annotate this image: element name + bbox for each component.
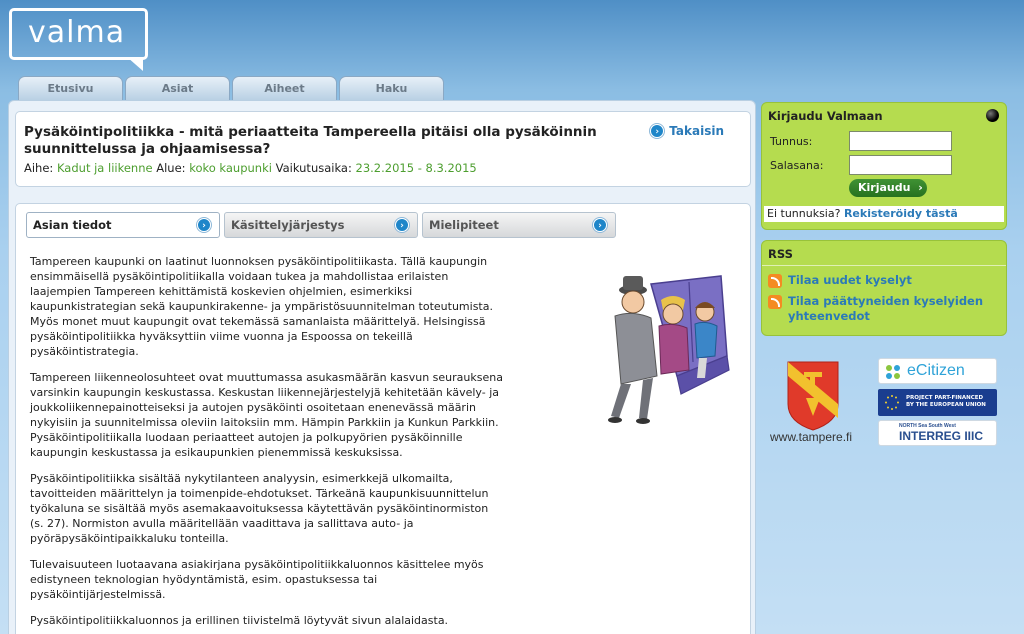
issue-content: Asian tiedot › Käsittelyjärjestys › Miel…	[15, 203, 751, 634]
login-button-label: Kirjaudu	[858, 181, 911, 194]
rss-item-label: Tilaa päättyneiden kyselyiden yhteenvedo…	[788, 294, 984, 323]
issue-title: Pysäköintipolitiikka - mitä periaatteita…	[24, 124, 597, 157]
subtab-kasittelyjarjestys[interactable]: Käsittelyjärjestys ›	[224, 212, 418, 238]
eu-flag-icon	[882, 393, 902, 412]
username-input[interactable]	[849, 131, 952, 151]
rss-panel: RSS Tilaa uudet kyselyt Tilaa päättyneid…	[761, 240, 1007, 336]
chevron-right-icon: ›	[395, 218, 409, 232]
tab-aiheet[interactable]: Aiheet	[232, 76, 337, 101]
bus-passengers-illustration	[608, 275, 730, 424]
period-label: Vaikutusaika:	[275, 161, 352, 175]
login-panel: Kirjaudu Valmaan Tunnus: Salasana: Kirja…	[761, 102, 1007, 230]
subtab-mielipiteet[interactable]: Mielipiteet ›	[422, 212, 616, 238]
article-paragraph: Tampereen liikenneolosuhteet ovat muuttu…	[30, 371, 503, 459]
logo-speech-tail	[127, 57, 143, 71]
status-dot-icon	[986, 109, 999, 122]
main-panel: Pysäköintipolitiikka - mitä periaatteita…	[8, 100, 756, 634]
chevron-right-icon: ›	[650, 124, 665, 138]
rss-icon	[768, 274, 782, 288]
eu-text-line2: BY THE EUROPEAN UNION	[906, 402, 986, 408]
rss-icon	[768, 295, 782, 309]
tab-etusivu[interactable]: Etusivu	[18, 76, 123, 101]
subtab-label: Asian tiedot	[33, 218, 112, 232]
period-value: 23.2.2015 - 8.3.2015	[355, 161, 477, 175]
interreg-logo[interactable]: NORTH Sea South West INTERREG IIIC	[878, 420, 997, 446]
ecitizen-text: eCitizen	[907, 362, 965, 379]
rss-closed-summaries-link[interactable]: Tilaa päättyneiden kyselyiden yhteenvedo…	[768, 294, 988, 324]
area-link[interactable]: koko kaupunki	[189, 161, 272, 175]
area-label: Alue:	[156, 161, 186, 175]
main-nav-tabs: Etusivu Asiat Aiheet Haku	[18, 76, 444, 101]
back-label: Takaisin	[669, 124, 724, 138]
tampere-url: www.tampere.fi	[770, 430, 853, 444]
article-paragraph: Pysäköintipolitiikka sisältää nykytilant…	[30, 472, 489, 545]
register-row: Ei tunnuksia? Rekisteröidy tästä	[764, 206, 1004, 222]
chevron-right-icon: ›	[918, 181, 923, 194]
subtab-asian-tiedot[interactable]: Asian tiedot ›	[26, 212, 220, 238]
interreg-subtitle: NORTH Sea South West	[899, 423, 956, 429]
eu-text-line1: PROJECT PART-FINANCED	[906, 395, 984, 401]
login-title: Kirjaudu Valmaan	[768, 109, 883, 123]
interreg-text: INTERREG IIIC	[899, 429, 984, 443]
article-paragraph: Tampereen kaupunki on laatinut luonnokse…	[30, 255, 493, 358]
article-paragraph: Tulevaisuuteen luotaavana asiakirjana py…	[30, 558, 484, 601]
article-body: Tampereen kaupunki on laatinut luonnokse…	[30, 254, 505, 634]
eu-funding-logo[interactable]: PROJECT PART-FINANCED BY THE EUROPEAN UN…	[878, 389, 997, 416]
password-label: Salasana:	[770, 159, 824, 172]
no-account-text: Ei tunnuksia?	[767, 207, 841, 220]
topic-label: Aihe:	[24, 161, 54, 175]
article-paragraph: Pysäköintipolitiikkaluonnos ja erillinen…	[30, 614, 449, 627]
chevron-right-icon: ›	[197, 218, 211, 232]
ecitizen-logo[interactable]: eCitizen	[878, 358, 997, 384]
subtab-label: Käsittelyjärjestys	[231, 218, 345, 232]
chevron-right-icon: ›	[593, 218, 607, 232]
valma-logo[interactable]: valma	[9, 8, 148, 71]
rss-title: RSS	[768, 247, 793, 261]
rss-divider	[762, 265, 1006, 266]
username-label: Tunnus:	[770, 135, 813, 148]
ecitizen-dots-icon	[886, 365, 900, 379]
topic-link[interactable]: Kadut ja liikenne	[57, 161, 153, 175]
login-button[interactable]: Kirjaudu ›	[849, 179, 927, 197]
back-link[interactable]: › Takaisin	[650, 124, 724, 138]
issue-subtabs: Asian tiedot › Käsittelyjärjestys › Miel…	[26, 212, 616, 238]
tab-asiat[interactable]: Asiat	[125, 76, 230, 101]
rss-item-label: Tilaa uudet kyselyt	[788, 273, 912, 287]
subtab-label: Mielipiteet	[429, 218, 499, 232]
logo-text: valma	[28, 15, 126, 50]
password-input[interactable]	[849, 155, 952, 175]
register-link[interactable]: Rekisteröidy tästä	[844, 207, 958, 220]
issue-meta: Aihe: Kadut ja liikenne Alue: koko kaupu…	[24, 161, 742, 175]
tab-haku[interactable]: Haku	[339, 76, 444, 101]
rss-new-queries-link[interactable]: Tilaa uudet kyselyt	[768, 273, 912, 288]
issue-header: Pysäköintipolitiikka - mitä periaatteita…	[15, 111, 751, 187]
